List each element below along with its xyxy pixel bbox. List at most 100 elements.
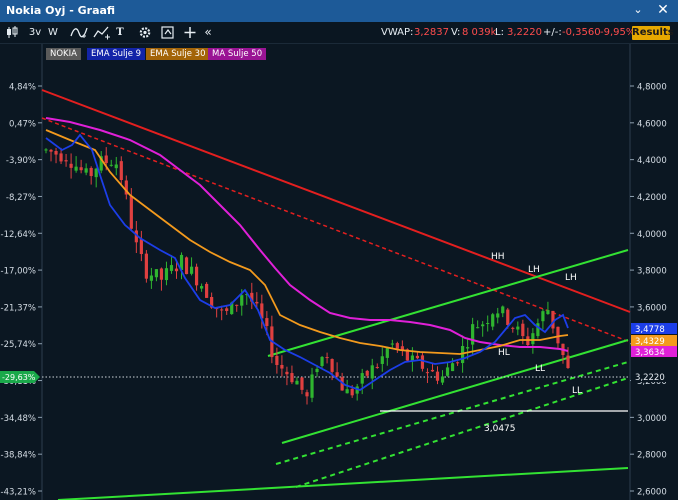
right-tick-label: 4,4000 [637, 156, 667, 166]
last-value: 3,2220 [507, 27, 542, 38]
candles [44, 147, 570, 405]
candle-body [164, 268, 169, 281]
candle-body [84, 168, 88, 173]
candle-body [566, 355, 570, 369]
candle-body [506, 309, 510, 325]
crosshair-plus-icon[interactable] [183, 25, 197, 40]
candle-body [375, 366, 379, 368]
candle-body [335, 372, 339, 377]
price-chart[interactable]: 4,84% 0,47% -3,90% -8,27% -12,64% -17,00% -21,… [0, 44, 678, 500]
right-axis: 4,8000 4,6000 4,4000 4,2000 4,0000 3,8000 3,60… [629, 44, 667, 500]
volume-value: 8 039k [462, 27, 497, 38]
ma-50-line [45, 117, 569, 352]
candle-body [205, 283, 209, 298]
candle-body [44, 149, 48, 151]
long-support-line [57, 467, 629, 500]
export-icon[interactable] [160, 25, 176, 40]
candle-body [496, 313, 500, 318]
left-tick-label: 4,84% [9, 83, 36, 93]
left-tick-label: -8,27% [6, 193, 36, 203]
candle-body [199, 286, 204, 289]
left-tick-label: -43,21% [1, 488, 36, 498]
candle-body [521, 323, 525, 337]
candle-body [546, 310, 550, 315]
candle-body [531, 333, 535, 345]
candle-body [285, 371, 289, 375]
last-label: L: [495, 27, 504, 38]
candle-body [466, 347, 470, 349]
candle-body [255, 301, 259, 304]
candle-body [280, 364, 284, 369]
candle-body [450, 363, 455, 372]
results-button[interactable]: Results [632, 26, 674, 40]
candle-body [94, 168, 98, 178]
left-tick-label: -25,74% [1, 340, 36, 350]
minimize-icon[interactable]: ⌄ [630, 2, 646, 18]
candle-body [174, 268, 179, 272]
period-button[interactable]: 3v [26, 25, 44, 40]
annotation-label: HH [491, 252, 505, 262]
candle-body [445, 367, 450, 376]
candle-body [350, 388, 354, 396]
annotation-label: LH [565, 273, 577, 283]
candle-body [139, 239, 143, 255]
candle-body [541, 311, 545, 322]
vwap-value: 3,2837 [414, 27, 449, 38]
candle-body [425, 372, 430, 374]
text-tool-button[interactable]: T [114, 25, 126, 40]
candle-body [516, 326, 520, 330]
candle-body [455, 362, 460, 364]
volume-label: V: [451, 27, 461, 38]
candle-body [556, 326, 560, 344]
right-tick-label: 2,6000 [637, 488, 667, 498]
candle-body [395, 343, 399, 349]
candle-body [169, 265, 174, 271]
title-bar[interactable]: Nokia Oyj - Graafi ⌄ ✕ [0, 0, 678, 22]
left-tick-label: -12,64% [1, 230, 36, 240]
candle-body [501, 306, 505, 314]
right-tick-label: 2,8000 [637, 451, 667, 461]
candle-body [380, 356, 384, 364]
candle-body [79, 167, 83, 171]
left-tick-label: -17,00% [1, 267, 36, 277]
candle-body [551, 310, 555, 329]
left-tick-label: 0,47% [9, 119, 36, 129]
candle-body [370, 365, 374, 379]
settings-gear-icon[interactable] [138, 25, 152, 40]
indicator-icon[interactable] [70, 25, 88, 40]
candlestick-type-icon[interactable] [4, 25, 20, 40]
price-tag-label: 3,4329 [635, 337, 665, 347]
right-tick-label: 4,6000 [637, 119, 667, 129]
candle-body [69, 163, 73, 168]
annotation-label: LH [528, 265, 540, 275]
candle-body [189, 266, 194, 274]
candle-body [240, 295, 244, 306]
interval-button[interactable]: W [46, 25, 60, 40]
candle-body [491, 314, 495, 327]
candle-body [481, 324, 485, 327]
candle-body [109, 164, 113, 166]
candle-body [511, 327, 515, 329]
annotation-label: LL [535, 364, 545, 374]
candle-body [59, 153, 63, 162]
candle-body [129, 196, 133, 229]
moving-averages [45, 117, 569, 391]
candle-body [275, 355, 279, 365]
collapse-button[interactable]: « [202, 25, 214, 40]
channel-upper-line [267, 249, 629, 357]
annotation-label: LL [572, 386, 582, 396]
candle-body [310, 374, 314, 398]
candle-body [295, 380, 299, 385]
close-icon[interactable]: ✕ [654, 2, 672, 18]
candle-body [149, 275, 154, 281]
candle-body [290, 373, 294, 383]
candle-body [54, 150, 58, 155]
candle-body [154, 269, 159, 278]
drawing-tool-icon[interactable] [93, 25, 111, 40]
candle-body [74, 166, 78, 171]
change-pct: -9,95% [600, 27, 636, 38]
trend-lines[interactable] [41, 89, 631, 500]
support-level-label: 3,0475 [484, 424, 516, 434]
change-value: -0,3560 [562, 27, 601, 38]
price-tag-label: 3,3634 [635, 348, 665, 358]
